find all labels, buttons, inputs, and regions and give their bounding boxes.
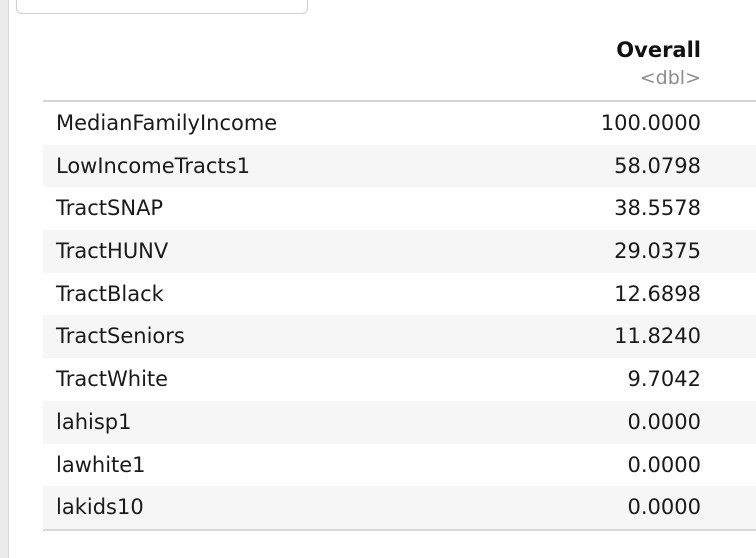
row-label: lakids10 bbox=[56, 495, 144, 520]
row-value: 100.0000 bbox=[600, 111, 701, 135]
row-value: 9.7042 bbox=[627, 367, 701, 392]
row-label: TractWhite bbox=[56, 367, 169, 392]
table-row: MedianFamilyIncome 100.0000 bbox=[43, 102, 756, 145]
table-row: lahisp1 0.0000 bbox=[43, 400, 756, 444]
table-row: lakids10 0.0000 bbox=[43, 486, 756, 531]
left-gutter bbox=[0, 0, 9, 558]
row-value: 11.8240 bbox=[614, 324, 701, 349]
row-value: 12.6898 bbox=[614, 281, 701, 306]
row-value: 0.0000 bbox=[627, 452, 701, 477]
row-value: 0.0000 bbox=[627, 409, 701, 434]
row-label: TractBlack bbox=[56, 281, 164, 306]
data-table: Overall <dbl> MedianFamilyIncome 100.000… bbox=[43, 36, 756, 531]
table-row: TractBlack 12.6898 bbox=[43, 273, 756, 316]
row-label: LowIncomeTracts1 bbox=[56, 153, 250, 178]
row-label: MedianFamilyIncome bbox=[56, 111, 278, 135]
row-value: 38.5578 bbox=[614, 196, 701, 221]
table-header: Overall <dbl> bbox=[43, 36, 756, 102]
row-label: lahisp1 bbox=[56, 409, 132, 434]
table-row: TractHUNV 29.0375 bbox=[43, 230, 756, 273]
table-row: lawhite1 0.0000 bbox=[43, 444, 756, 487]
row-value: 0.0000 bbox=[627, 495, 701, 520]
table-row: LowIncomeTracts1 58.0798 bbox=[43, 144, 756, 188]
row-label: TractSNAP bbox=[56, 196, 164, 221]
table-row: TractSNAP 38.5578 bbox=[43, 187, 756, 230]
column-header-overall[interactable]: Overall bbox=[616, 38, 701, 62]
top-control-box[interactable] bbox=[16, 0, 308, 14]
row-label: TractSeniors bbox=[56, 324, 185, 349]
row-label: lawhite1 bbox=[56, 452, 146, 477]
table-row: TractSeniors 11.8240 bbox=[43, 315, 756, 359]
row-value: 29.0375 bbox=[614, 239, 701, 264]
row-value: 58.0798 bbox=[614, 153, 701, 178]
row-label: TractHUNV bbox=[56, 239, 169, 264]
table-row: TractWhite 9.7042 bbox=[43, 358, 756, 401]
column-type-label: <dbl> bbox=[639, 67, 701, 89]
